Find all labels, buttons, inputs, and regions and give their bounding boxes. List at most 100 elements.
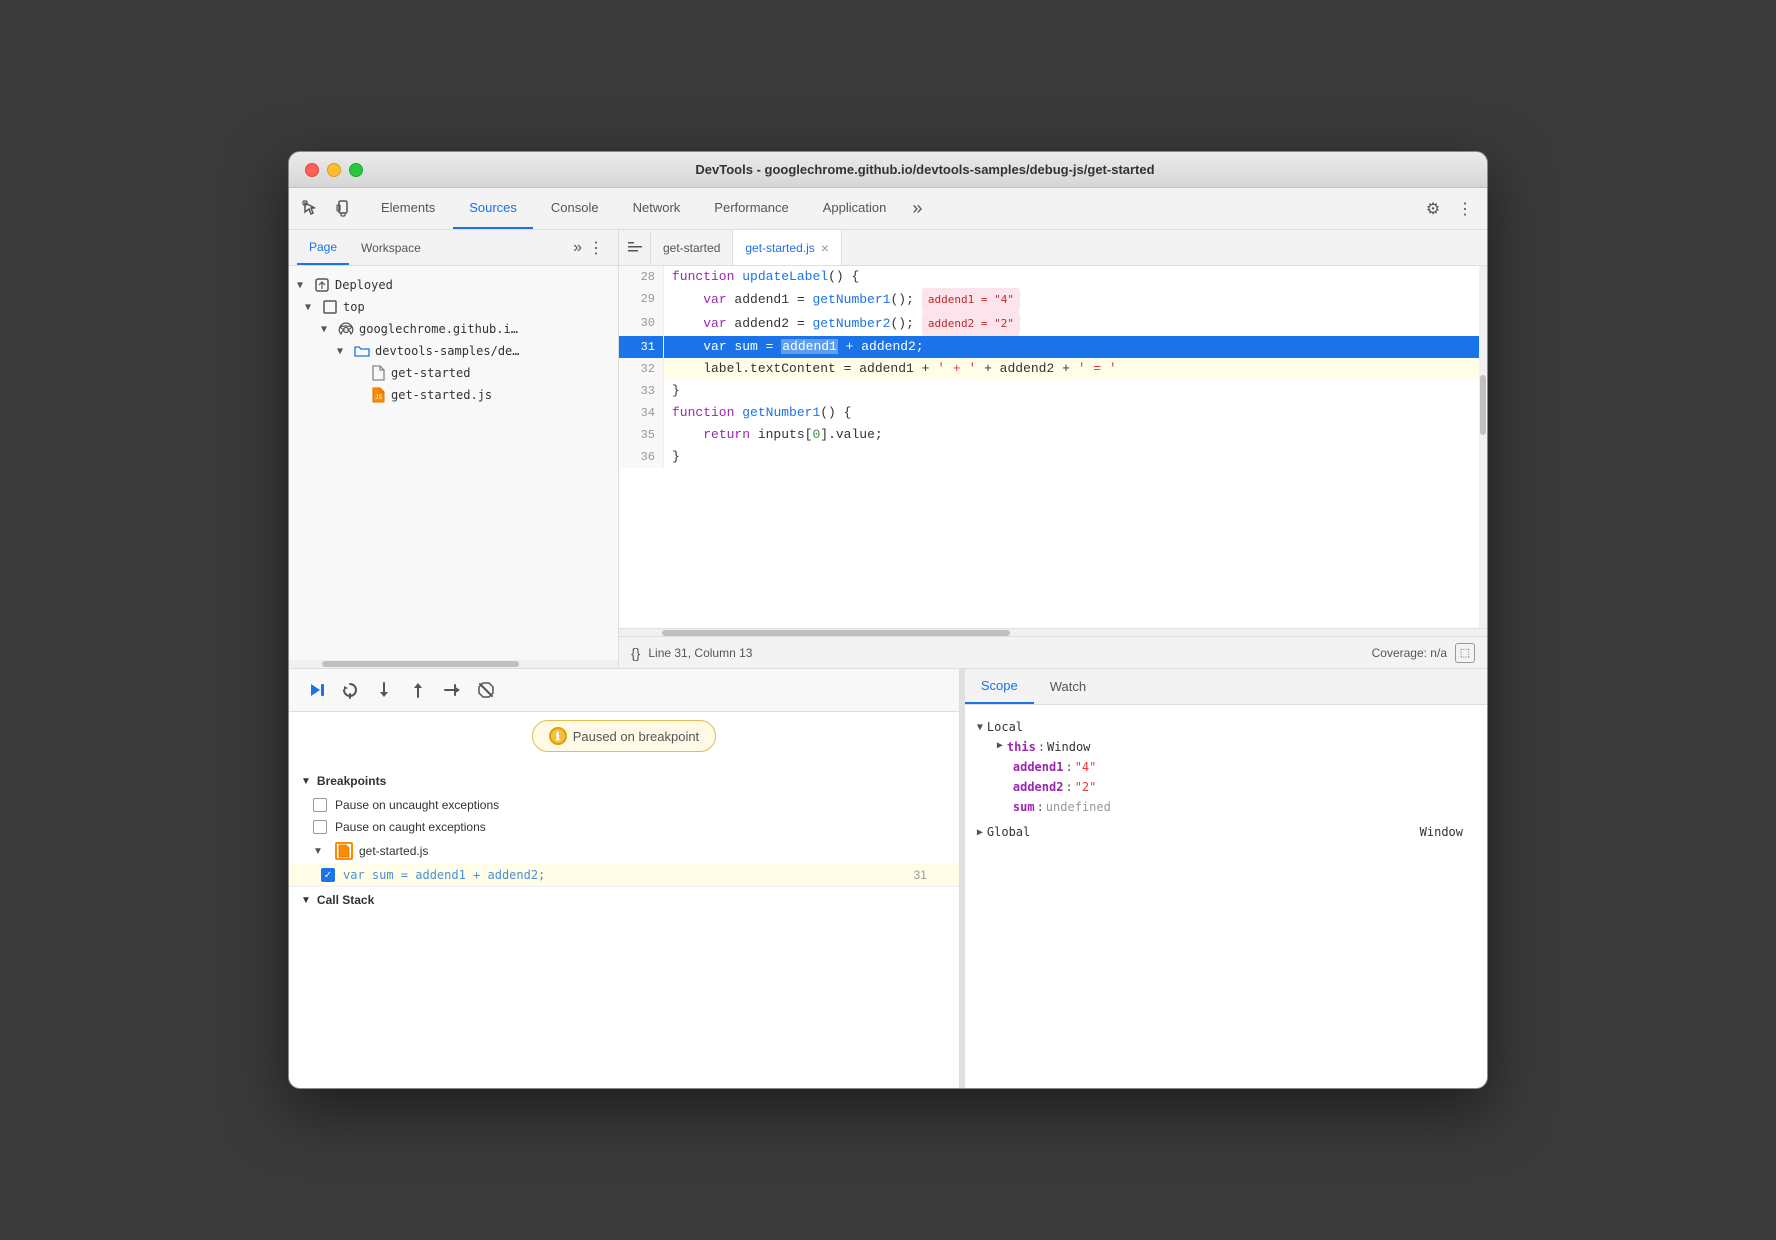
nav-tabs: Elements Sources Console Network Perform… (365, 188, 930, 229)
line-content-33: } (664, 380, 1487, 402)
tree-label-top: top (343, 300, 365, 314)
addend1-value: "4" (1075, 760, 1097, 774)
deactivate-breakpoints-button[interactable] (471, 675, 501, 705)
fullscreen-button[interactable] (349, 163, 363, 177)
line-number-31: 31 (619, 336, 664, 358)
status-bar: {} Line 31, Column 13 Coverage: n/a ⬚ (619, 636, 1487, 668)
pause-caught-checkbox[interactable] (313, 820, 327, 834)
tree-item-googlechrome[interactable]: ▼ googlechrome.github.i… (289, 318, 618, 340)
line-number-33: 33 (619, 380, 664, 402)
close-button[interactable] (305, 163, 319, 177)
code-line-29: 29 var addend1 = getNumber1();addend1 = … (619, 288, 1487, 312)
pause-uncaught-item[interactable]: Pause on uncaught exceptions (289, 794, 959, 816)
resume-button[interactable] (301, 675, 331, 705)
scope-this-item[interactable]: ▶ this : Window (977, 737, 1475, 757)
sources-panel: Page Workspace » ⋮ ▼ Deployed ▼ (289, 230, 619, 668)
editor-scrollbar[interactable] (1479, 266, 1487, 628)
tree-arrow-deployed: ▼ (297, 280, 313, 291)
code-editor[interactable]: 28 function updateLabel() { 29 var adden… (619, 266, 1487, 628)
devtools-menu-button[interactable]: ⋮ (1451, 195, 1479, 223)
step-button[interactable] (437, 675, 467, 705)
bottom-panel: ℹ Paused on breakpoint ▼ Breakpoints Pau… (289, 668, 1487, 1088)
step-out-button[interactable] (403, 675, 433, 705)
debugger-toolbar (289, 669, 959, 712)
top-toolbar: Elements Sources Console Network Perform… (289, 188, 1487, 230)
scope-global-section[interactable]: ▶ Global Window (965, 821, 1487, 843)
devtools-folder-icon (353, 342, 371, 360)
editor-tab-close-button[interactable]: × (821, 240, 829, 256)
scope-sum-item: sum : undefined (977, 797, 1475, 817)
coverage-label: Coverage: n/a (1372, 646, 1447, 660)
device-toolbar-button[interactable] (329, 195, 357, 223)
tab-network[interactable]: Network (617, 188, 697, 229)
tab-elements[interactable]: Elements (365, 188, 451, 229)
coverage-icon[interactable]: ⬚ (1455, 643, 1475, 663)
more-tabs-button[interactable]: » (904, 188, 930, 229)
tab-workspace[interactable]: Workspace (349, 230, 433, 265)
addend1-key: addend1 (1013, 760, 1064, 774)
breakpoint-item[interactable]: ✓ var sum = addend1 + addend2; 31 (289, 864, 959, 886)
line-content-31: var sum = addend1 + addend2; (664, 336, 1487, 358)
bp-file-label: get-started.js (359, 844, 428, 858)
settings-button[interactable]: ⚙ (1419, 195, 1447, 223)
line-number-32: 32 (619, 358, 664, 380)
pause-uncaught-checkbox[interactable] (313, 798, 327, 812)
editor-area: get-started get-started.js × 28 function… (619, 230, 1487, 668)
devtools-window: DevTools - googlechrome.github.io/devtoo… (288, 151, 1488, 1089)
scope-tab-scope[interactable]: Scope (965, 669, 1034, 704)
scope-tab-watch[interactable]: Watch (1034, 669, 1102, 704)
paused-label: Paused on breakpoint (573, 729, 699, 744)
tree-arrow-googlechrome: ▼ (321, 324, 337, 335)
format-icon: {} (631, 645, 640, 661)
editor-tab-get-started[interactable]: get-started (651, 230, 733, 265)
breakpoints-label: Breakpoints (317, 774, 386, 788)
code-line-32: 32 label.textContent = addend1 + ' + ' +… (619, 358, 1487, 380)
step-over-button[interactable] (335, 675, 365, 705)
bp-file-arrow: ▼ (313, 846, 329, 857)
main-content: Page Workspace » ⋮ ▼ Deployed ▼ (289, 230, 1487, 668)
tree-label-get-started-js: get-started.js (391, 388, 492, 402)
tree-label-get-started: get-started (391, 366, 470, 380)
breakpoints-header[interactable]: ▼ Breakpoints (289, 768, 959, 794)
tree-item-top[interactable]: ▼ top (289, 296, 618, 318)
tab-console[interactable]: Console (535, 188, 615, 229)
tree-item-deployed[interactable]: ▼ Deployed (289, 274, 618, 296)
editor-tab-get-started-label: get-started (663, 241, 720, 255)
sum-value: undefined (1046, 800, 1111, 814)
call-stack-header[interactable]: ▼ Call Stack (289, 886, 959, 913)
global-arrow: ▶ (977, 827, 983, 838)
top-icon (321, 298, 339, 316)
bp-file-icon (335, 842, 353, 860)
code-line-34: 34 function getNumber1() { (619, 402, 1487, 424)
sources-menu-button[interactable]: ⋮ (582, 234, 610, 262)
get-started-js-icon: JS (369, 386, 387, 404)
format-button[interactable] (619, 232, 651, 264)
tree-item-devtools-samples[interactable]: ▼ devtools-samples/de… (289, 340, 618, 362)
breakpoint-file-item[interactable]: ▼ get-started.js (289, 838, 959, 864)
this-key: this (1007, 740, 1036, 754)
step-into-button[interactable] (369, 675, 399, 705)
sources-more-tabs[interactable]: » (573, 239, 582, 257)
inspect-element-button[interactable] (297, 195, 325, 223)
local-label: Local (987, 720, 1023, 734)
pause-caught-item[interactable]: Pause on caught exceptions (289, 816, 959, 838)
tree-item-get-started-js[interactable]: ▶ JS get-started.js (289, 384, 618, 406)
code-scrollbar[interactable] (619, 628, 1487, 636)
toolbar-right: ⚙ ⋮ (1419, 195, 1479, 223)
line-content-36: } (664, 446, 1487, 468)
code-line-35: 35 return inputs[0].value; (619, 424, 1487, 446)
tab-application[interactable]: Application (807, 188, 903, 229)
bp-item-checkbox[interactable]: ✓ (321, 868, 335, 882)
minimize-button[interactable] (327, 163, 341, 177)
local-section-header[interactable]: ▼ Local (977, 717, 1475, 737)
breakpoint-badge: ℹ Paused on breakpoint (532, 720, 716, 752)
tab-performance[interactable]: Performance (698, 188, 804, 229)
tree-arrow-devtools: ▼ (337, 346, 353, 357)
call-stack-arrow: ▼ (301, 895, 311, 906)
tab-page[interactable]: Page (297, 230, 349, 265)
editor-tab-get-started-js[interactable]: get-started.js × (733, 230, 842, 265)
code-line-36: 36 } (619, 446, 1487, 468)
tree-item-get-started[interactable]: ▶ get-started (289, 362, 618, 384)
tab-sources[interactable]: Sources (453, 188, 533, 229)
code-line-31: 31 var sum = addend1 + addend2; (619, 336, 1487, 358)
